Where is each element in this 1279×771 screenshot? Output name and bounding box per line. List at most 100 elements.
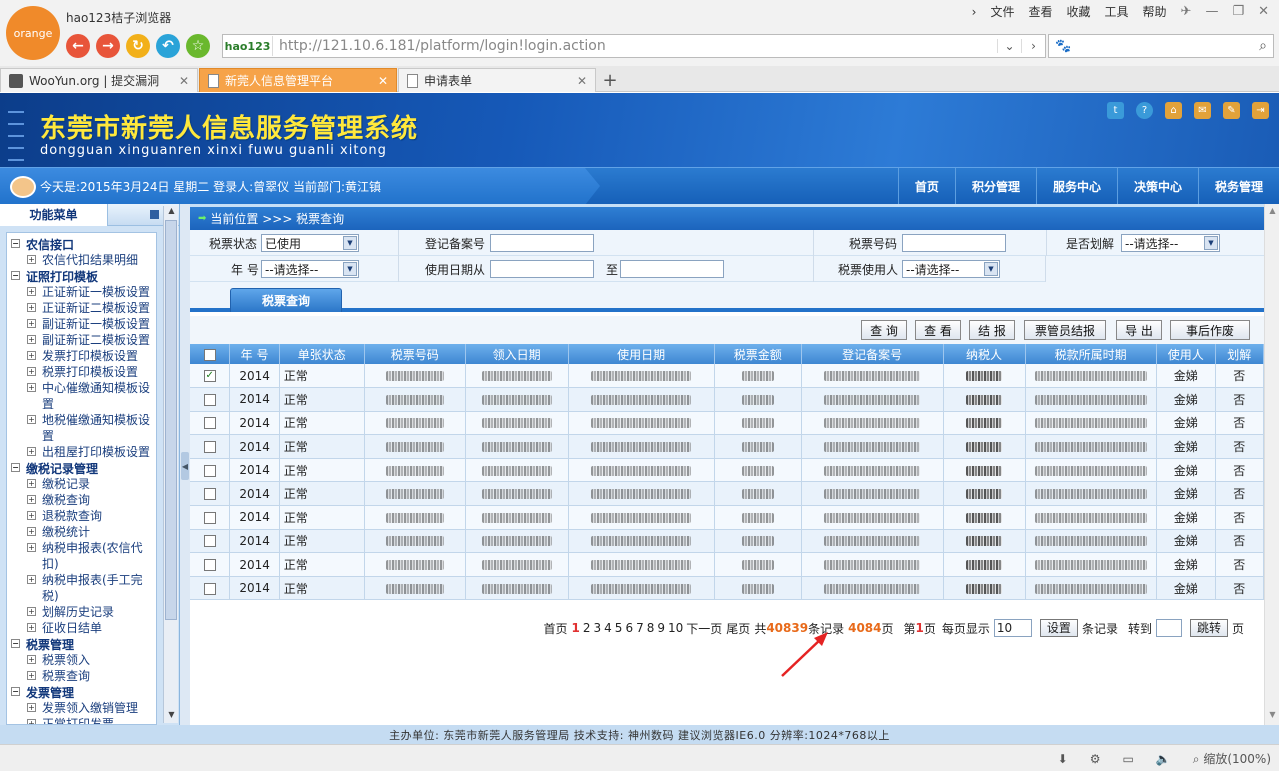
- home-icon[interactable]: ⌂: [1165, 102, 1182, 119]
- export-button[interactable]: 导 出: [1116, 320, 1162, 340]
- orange-logo[interactable]: orange: [6, 6, 60, 60]
- row-checkbox[interactable]: [203, 464, 216, 477]
- year-select[interactable]: --请选择-- ▼: [261, 260, 359, 278]
- tree-item[interactable]: + 退税款查询: [7, 508, 156, 524]
- ticket-status-select[interactable]: 已使用 ▼: [261, 234, 359, 252]
- use-date-to-input[interactable]: [620, 260, 724, 278]
- tree-item[interactable]: + 缴税记录: [7, 476, 156, 492]
- expand-plus-icon[interactable]: +: [27, 367, 36, 376]
- tree-item[interactable]: + 缴税查询: [7, 492, 156, 508]
- goto-input[interactable]: [1155, 619, 1182, 637]
- expand-plus-icon[interactable]: +: [27, 287, 36, 296]
- mail-icon[interactable]: ✉: [1194, 102, 1211, 119]
- collapse-sidebar-icon[interactable]: ◀: [181, 452, 189, 480]
- page-link[interactable]: 3: [594, 621, 602, 635]
- menu-help[interactable]: 帮助: [1143, 3, 1167, 20]
- tree-group[interactable]: − 证照打印模板: [7, 268, 156, 284]
- row-checkbox[interactable]: ✓: [203, 370, 216, 383]
- page-link[interactable]: 8: [647, 621, 655, 635]
- download-icon[interactable]: ⬇: [1058, 752, 1068, 766]
- row-checkbox-cell[interactable]: [190, 529, 231, 554]
- table-row[interactable]: 2014 正常 金娣否: [190, 505, 1265, 530]
- page-link[interactable]: 5: [615, 621, 623, 635]
- row-checkbox-cell[interactable]: [190, 387, 231, 412]
- row-checkbox-cell[interactable]: [190, 576, 231, 601]
- settings-icon[interactable]: ⚙: [1090, 752, 1101, 766]
- table-row[interactable]: 2014 正常 金娣否: [190, 458, 1265, 483]
- menu-view[interactable]: 查看: [1028, 3, 1052, 20]
- page-link[interactable]: 4: [604, 621, 612, 635]
- set-button[interactable]: 设置: [1039, 619, 1078, 637]
- void-after-button[interactable]: 事后作废: [1170, 320, 1250, 340]
- tree-item[interactable]: + 发票打印模板设置: [7, 348, 156, 364]
- expand-plus-icon[interactable]: +: [27, 527, 36, 536]
- table-row[interactable]: ✓ 2014 正常 金娣否: [190, 364, 1265, 389]
- restore-icon[interactable]: ❐: [1232, 4, 1244, 19]
- table-row[interactable]: 2014 正常 金娣否: [190, 411, 1265, 436]
- last-page-link[interactable]: 尾页: [726, 620, 750, 637]
- collapse-minus-icon[interactable]: −: [11, 271, 20, 280]
- tree-item[interactable]: + 税票领入: [7, 652, 156, 668]
- row-checkbox-cell[interactable]: [190, 434, 231, 459]
- row-checkbox[interactable]: [203, 511, 216, 524]
- expand-plus-icon[interactable]: +: [27, 383, 36, 392]
- tree-item[interactable]: + 发票领入缴销管理: [7, 700, 156, 716]
- menu-favorites[interactable]: 收藏: [1066, 3, 1090, 20]
- tree-group[interactable]: − 税票管理: [7, 636, 156, 652]
- tree-item[interactable]: + 划解历史记录: [7, 604, 156, 620]
- tree-item[interactable]: + 地税催缴通知模板设置: [7, 412, 156, 444]
- row-checkbox[interactable]: [203, 535, 216, 548]
- expand-plus-icon[interactable]: +: [27, 575, 36, 584]
- tree-group[interactable]: − 农信接口: [7, 236, 156, 252]
- zoom-indicator[interactable]: ⌕ 缩放(100%): [1193, 750, 1271, 767]
- expand-plus-icon[interactable]: +: [27, 303, 36, 312]
- tree-item[interactable]: + 中心催缴通知模板设置: [7, 380, 156, 412]
- volume-icon[interactable]: 🔈: [1156, 752, 1171, 766]
- row-checkbox-cell[interactable]: [190, 411, 231, 436]
- expand-plus-icon[interactable]: +: [27, 623, 36, 632]
- baidu-paw-icon[interactable]: 🐾: [1055, 39, 1071, 54]
- page-link[interactable]: 6: [625, 621, 633, 635]
- minimize-icon[interactable]: —: [1205, 4, 1218, 19]
- use-date-from-input[interactable]: [490, 260, 594, 278]
- tree-item[interactable]: + 纳税申报表(手工完税): [7, 572, 156, 604]
- row-checkbox[interactable]: [203, 441, 216, 454]
- tree-item[interactable]: + 正常打印发票: [7, 716, 156, 724]
- main-scrollbar[interactable]: ▲ ▼: [1264, 204, 1279, 725]
- scroll-down-icon[interactable]: ▼: [164, 710, 179, 723]
- close-tab-icon[interactable]: ✕: [179, 74, 189, 88]
- sidebar-scrollbar[interactable]: ▲ ▼: [163, 206, 178, 723]
- table-row[interactable]: 2014 正常 金娣否: [190, 481, 1265, 507]
- tree-item[interactable]: + 纳税申报表(农信代扣): [7, 540, 156, 572]
- tree-item[interactable]: + 税票查询: [7, 668, 156, 684]
- expand-plus-icon[interactable]: +: [27, 655, 36, 664]
- expand-plus-icon[interactable]: +: [27, 415, 36, 424]
- edit-icon[interactable]: ✎: [1223, 102, 1240, 119]
- expand-plus-icon[interactable]: +: [27, 511, 36, 520]
- address-bar[interactable]: hao123 http://121.10.6.181/platform/logi…: [222, 34, 1046, 58]
- search-icon[interactable]: ⌕: [1259, 38, 1267, 54]
- table-row[interactable]: 2014 正常 金娣否: [190, 434, 1265, 459]
- menu-file[interactable]: 文件: [990, 3, 1014, 20]
- clerk-report-button[interactable]: 票管员结报: [1024, 320, 1106, 340]
- close-window-icon[interactable]: ✕: [1258, 4, 1269, 19]
- row-checkbox-cell[interactable]: [190, 458, 231, 483]
- tree-item[interactable]: + 农信代扣结果明细: [7, 252, 156, 268]
- new-tab-button[interactable]: +: [598, 69, 622, 91]
- select-all-header[interactable]: [190, 344, 231, 364]
- tab-application-form[interactable]: 申请表单 ✕: [398, 68, 596, 92]
- nav-tax[interactable]: 税务管理: [1197, 168, 1279, 205]
- menu-tools[interactable]: 工具: [1105, 3, 1129, 20]
- table-row[interactable]: 2014 正常 金娣否: [190, 576, 1265, 601]
- tab-wooyun[interactable]: WooYun.org | 提交漏洞 ✕: [0, 68, 198, 92]
- menu-expand-icon[interactable]: ›: [972, 5, 977, 19]
- expand-plus-icon[interactable]: +: [27, 607, 36, 616]
- first-page-link[interactable]: 首页: [544, 620, 568, 637]
- tree-item[interactable]: + 税票打印模板设置: [7, 364, 156, 380]
- expand-plus-icon[interactable]: +: [27, 543, 36, 552]
- collapse-minus-icon[interactable]: −: [11, 687, 20, 696]
- table-row[interactable]: 2014 正常 金娣否: [190, 387, 1265, 412]
- hao123-badge[interactable]: hao123: [223, 36, 273, 56]
- jump-button[interactable]: 跳转: [1189, 619, 1228, 637]
- expand-plus-icon[interactable]: +: [27, 495, 36, 504]
